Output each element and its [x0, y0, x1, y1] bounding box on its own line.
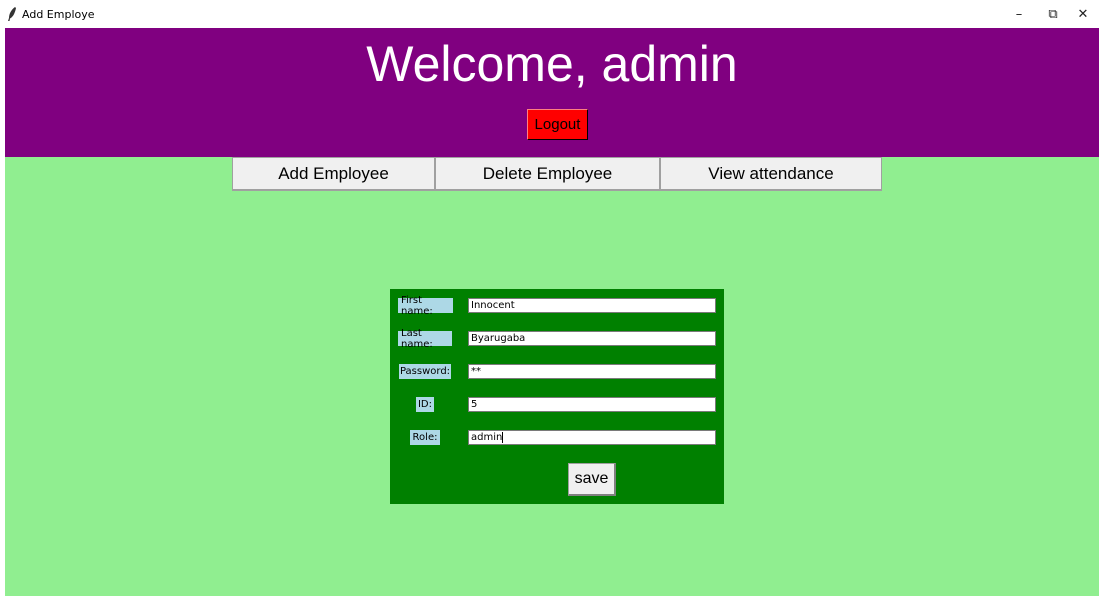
- role-field-value: admin: [471, 432, 503, 443]
- text-cursor: [502, 431, 504, 443]
- feather-icon: [8, 7, 16, 21]
- first-name-label: First name:: [398, 295, 453, 317]
- minimize-button[interactable]: –: [1002, 0, 1036, 28]
- add-employee-button[interactable]: Add Employee: [232, 157, 435, 191]
- restore-button[interactable]: ⧉: [1036, 0, 1070, 28]
- welcome-heading: Welcome, admin: [366, 36, 738, 92]
- first-name-field[interactable]: Innocent: [468, 298, 716, 313]
- header-banner: Welcome, admin Logout: [5, 28, 1099, 157]
- last-name-label: Last name:: [398, 328, 452, 350]
- logout-button[interactable]: Logout: [527, 109, 588, 140]
- role-label: Role:: [410, 430, 440, 445]
- save-button[interactable]: save: [568, 463, 616, 496]
- password-field[interactable]: **: [468, 364, 716, 379]
- id-label: ID:: [416, 397, 434, 412]
- add-employee-form: First name: Innocent Last name: Byarugab…: [390, 289, 724, 504]
- nav-bar: Add Employee Delete Employee View attend…: [232, 157, 882, 191]
- view-attendance-button[interactable]: View attendance: [660, 157, 882, 191]
- id-field[interactable]: 5: [468, 397, 716, 412]
- delete-employee-button[interactable]: Delete Employee: [435, 157, 660, 191]
- password-label: Password:: [399, 364, 451, 379]
- close-button[interactable]: ✕: [1066, 0, 1099, 28]
- window-title: Add Employe: [22, 8, 95, 21]
- role-field[interactable]: admin: [468, 430, 716, 445]
- app-window: Welcome, admin Logout Add Employee Delet…: [5, 28, 1099, 596]
- window-title-bar: Add Employe – ⧉ ✕: [0, 0, 1099, 28]
- last-name-field[interactable]: Byarugaba: [468, 331, 716, 346]
